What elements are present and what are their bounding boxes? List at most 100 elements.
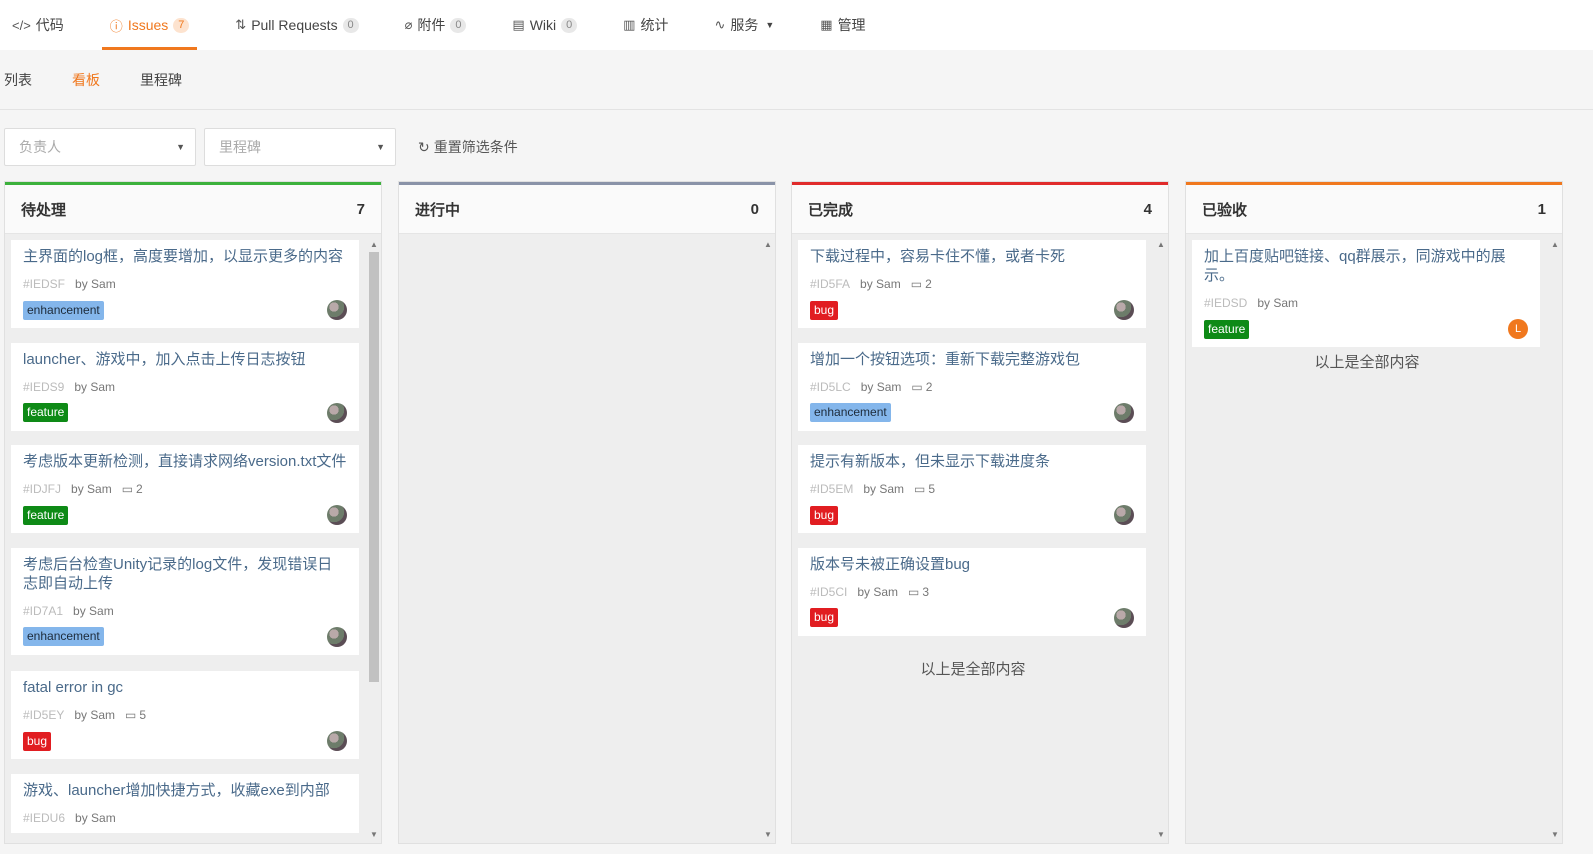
issue-card[interactable]: 考虑后台检查Unity记录的log文件，发现错误日志即自动上传 #ID7A1 by … (11, 547, 359, 655)
end-of-list-message: 以上是全部内容 (920, 661, 1026, 678)
column-scrollbar[interactable]: ▲ ▼ (761, 238, 775, 843)
issue-title[interactable]: 版本号未被正确设置bug (810, 555, 1134, 574)
issue-card[interactable]: fatal error in gc #ID5EY by Sam ▭ 5 bug (11, 671, 359, 759)
tab-stats[interactable]: ▥ 统计 (619, 0, 672, 50)
issue-meta: #IEDS9 by Sam (23, 380, 347, 394)
issue-card[interactable]: 考虑版本更新检测，直接请求网络version.txt文件 #IDJFJ by Sam… (11, 445, 359, 533)
assignee-avatar[interactable] (327, 731, 347, 751)
column-scrollbar[interactable]: ▲ ▼ (1548, 238, 1562, 843)
assignee-avatar[interactable] (327, 505, 347, 525)
assignee-avatar[interactable] (327, 300, 347, 320)
manage-icon: ▦ (820, 17, 833, 32)
issue-label[interactable]: enhancement (23, 300, 104, 320)
services-icon: ∿ (714, 17, 726, 32)
column-count: 1 (1537, 200, 1546, 218)
assignee-avatar[interactable] (1114, 607, 1134, 628)
issue-icon: ⓘ (109, 18, 123, 34)
issue-label[interactable]: bug (810, 300, 839, 320)
issue-card[interactable]: 游戏、launcher增加快捷方式，收藏exe到内部 #IEDU6 by Sam (11, 773, 359, 833)
issue-label[interactable]: bug (810, 505, 839, 525)
issue-title[interactable]: 游戏、launcher增加快捷方式，收藏exe到内部 (23, 781, 347, 800)
tab-code[interactable]: </> 代码 (8, 0, 68, 50)
issue-card[interactable]: 增加一个按钮选项：重新下载完整游戏包 #ID5LC by Sam ▭ 2 enhancem… (798, 342, 1146, 431)
tab-wiki[interactable]: ▤ Wiki 0 (508, 0, 581, 50)
issue-card[interactable]: 版本号未被正确设置bug #ID5CI by Sam ▭ 3 bug (798, 547, 1146, 636)
issue-author: by Sam (74, 708, 116, 722)
issue-author: by Sam (863, 482, 905, 496)
issue-card[interactable]: launcher、游戏中，加入点击上传日志按钮 #IEDS9 by Sam featu… (11, 342, 359, 431)
issue-label[interactable]: enhancement (810, 403, 891, 422)
issue-author: by Sam (857, 584, 899, 599)
assignee-avatar[interactable] (327, 402, 347, 423)
issue-label[interactable]: feature (23, 505, 69, 525)
issue-card[interactable]: 下载过程中，容易卡住不懂，或者卡死 #ID5FA by Sam ▭ 2 bug (798, 240, 1146, 328)
issue-label[interactable]: feature (23, 403, 69, 422)
tab-label: 服务 (730, 17, 759, 33)
scroll-up-icon[interactable]: ▲ (369, 240, 379, 249)
assignee-avatar[interactable] (1114, 300, 1134, 320)
scroll-up-icon[interactable]: ▲ (1156, 240, 1166, 249)
column-scrollbar[interactable]: ▲ ▼ (1154, 238, 1168, 843)
board-column: 进行中 0 ▲ ▼ (398, 181, 776, 844)
scroll-down-icon[interactable]: ▼ (1550, 830, 1560, 839)
scroll-down-icon[interactable]: ▼ (369, 830, 379, 839)
issue-card[interactable]: 提示有新版本，但未显示下载进度条 #ID5EM by Sam ▭ 5 bug (798, 445, 1146, 533)
issue-label[interactable]: bug (23, 731, 52, 751)
issue-label[interactable]: enhancement (23, 627, 104, 646)
issue-title[interactable]: 考虑后台检查Unity记录的log文件，发现错误日志即自动上传 (23, 555, 347, 593)
tab-label: 代码 (35, 17, 64, 33)
scroll-up-icon[interactable]: ▲ (763, 240, 773, 249)
issue-title[interactable]: fatal error in gc (23, 678, 347, 697)
assignee-avatar[interactable] (327, 626, 347, 647)
comment-icon: ▭ (911, 379, 923, 394)
reset-filters-button[interactable]: ↻ 重置筛选条件 (418, 137, 518, 157)
comment-number: 3 (922, 584, 930, 599)
issue-title[interactable]: 提示有新版本，但未显示下载进度条 (810, 452, 1134, 471)
comment-number: 5 (139, 708, 147, 722)
issue-title[interactable]: 下载过程中，容易卡住不懂，或者卡死 (810, 247, 1134, 266)
scroll-down-icon[interactable]: ▼ (763, 830, 773, 839)
issue-title[interactable]: launcher、游戏中，加入点击上传日志按钮 (23, 350, 347, 369)
issue-label[interactable]: feature (1204, 319, 1250, 339)
assignee-avatar[interactable]: L (1508, 319, 1528, 339)
assignee-avatar[interactable] (1114, 505, 1134, 525)
comment-icon: ▭ (914, 482, 926, 496)
assignee-avatar[interactable] (1114, 402, 1134, 423)
tab-issue[interactable]: ⓘ Issues 7 (101, 0, 198, 50)
issue-meta: #IEDSD by Sam (1204, 296, 1528, 310)
subnav-item[interactable]: 看板 (72, 70, 100, 90)
column-body: 加上百度贴吧链接、qq群展示，同游戏中的展示。 #IEDSD by Sam featu… (1186, 238, 1562, 843)
issue-card[interactable]: 主界面的log框，高度要增加，以显示更多的内容 #IEDSF by Sam enhan… (11, 240, 359, 328)
comment-icon: ▭ (125, 708, 137, 722)
issue-footer: enhancement (23, 300, 347, 320)
issue-title[interactable]: 增加一个按钮选项：重新下载完整游戏包 (810, 350, 1134, 369)
tab-pull-request[interactable]: ⇅ Pull Requests 0 (231, 0, 362, 50)
tab-services[interactable]: ∿ 服务 ▼ (710, 0, 778, 50)
tab-manage[interactable]: ▦ 管理 (816, 0, 869, 50)
issue-meta: #ID7A1 by Sam (23, 604, 347, 618)
tab-attachment[interactable]: ⌀ 附件 0 (401, 0, 471, 50)
subnav-item[interactable]: 列表 (4, 70, 32, 90)
board-column: 已验收 1 加上百度贴吧链接、qq群展示，同游戏中的展示。 #IEDSD by Sam f… (1185, 181, 1563, 844)
scroll-down-icon[interactable]: ▼ (1156, 830, 1166, 839)
issue-title[interactable]: 加上百度贴吧链接、qq群展示，同游戏中的展示。 (1204, 247, 1528, 285)
column-scrollbar[interactable]: ▲ ▼ (367, 238, 381, 843)
assignee-select[interactable]: 负责人 ▼ (4, 128, 196, 166)
issue-footer: enhancement (23, 626, 347, 647)
issue-meta: #ID5EY by Sam ▭ 5 (23, 708, 347, 722)
milestone-select[interactable]: 里程碑 ▼ (204, 128, 396, 166)
tab-label: 管理 (837, 17, 866, 33)
issue-title[interactable]: 考虑版本更新检测，直接请求网络version.txt文件 (23, 452, 347, 471)
issue-footer: feature (23, 505, 347, 525)
issue-title[interactable]: 主界面的log框，高度要增加，以显示更多的内容 (23, 247, 347, 266)
issue-author: by Sam (75, 277, 116, 291)
scroll-thumb[interactable] (369, 252, 379, 682)
tab-label: 附件 (417, 17, 446, 33)
column-title: 已验收 (1202, 201, 1248, 219)
issue-card[interactable]: 加上百度贴吧链接、qq群展示，同游戏中的展示。 #IEDSD by Sam featu… (1192, 240, 1540, 347)
issue-id: #IEDS9 (23, 379, 65, 394)
comment-number: 2 (925, 379, 933, 394)
issue-label[interactable]: bug (810, 608, 839, 627)
scroll-up-icon[interactable]: ▲ (1550, 240, 1560, 249)
subnav-item[interactable]: 里程碑 (140, 70, 182, 90)
